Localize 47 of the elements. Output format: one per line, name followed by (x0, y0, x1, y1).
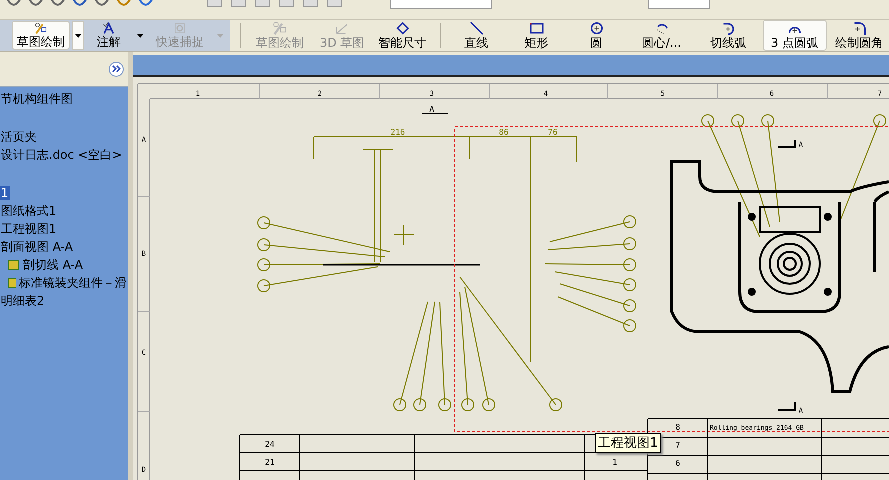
tooltip: 工程视图1 (595, 433, 662, 453)
toolbar-button[interactable]: 切线弧 (698, 20, 759, 51)
tree-item[interactable]: 1 (0, 186, 10, 200)
document-icon[interactable] (302, 0, 320, 8)
caret-icon (136, 34, 144, 38)
toolbar-button[interactable]: 注解 (86, 21, 132, 50)
toolbar-button[interactable]: 智能尺寸 (374, 20, 432, 51)
tree-item[interactable]: 工程视图1 (0, 220, 58, 238)
toolbar-button[interactable]: 圆 (568, 20, 625, 51)
table-cell: 21 (265, 458, 275, 467)
dimension-text: 216 (390, 128, 406, 137)
toolbar-button[interactable]: 绘制圆角 (830, 20, 889, 51)
tree-item[interactable]: 标准镜装夹组件－滑 (18, 274, 128, 292)
toolbar-button[interactable]: 矩形 (508, 20, 565, 51)
tree-item[interactable]: 设计日志.doc <空白> (0, 146, 124, 164)
expand-button[interactable] (109, 62, 124, 76)
document-icon[interactable] (230, 0, 248, 8)
toolbar-button[interactable]: 草图绘制 (12, 21, 70, 50)
table-cell: 24 (265, 440, 275, 449)
table-cell: 8 (676, 423, 680, 432)
caret-icon (216, 34, 224, 38)
table-cell: 1 (612, 458, 618, 467)
table-cell: 7 (676, 441, 680, 450)
tree-item[interactable]: 明细表2 (0, 292, 46, 310)
dimension-text: 86 (499, 128, 509, 137)
double-chevron-icon (112, 65, 121, 73)
document-icon[interactable] (206, 0, 224, 8)
toolbar-button[interactable]: 直线 (448, 20, 505, 51)
dropdown-button[interactable] (72, 21, 84, 50)
tree-item[interactable]: 节机构组件图 (0, 90, 74, 108)
tree-item[interactable]: 活页夹 (0, 128, 38, 146)
toolbar-button[interactable]: 3 点圆弧 (762, 20, 827, 51)
tree-item[interactable]: 剖切线 A-A (22, 256, 84, 274)
tree-node-icon (8, 259, 20, 271)
tree-item[interactable]: 剖面视图 A-A (0, 238, 74, 256)
table-cell: 6 (676, 459, 680, 468)
document-icon[interactable] (326, 0, 344, 8)
document-icon[interactable] (254, 0, 272, 8)
input-field[interactable] (648, 0, 710, 9)
input-field[interactable] (390, 0, 492, 9)
toolbar-button[interactable]: 圆心/... (628, 20, 695, 51)
tree-item[interactable]: 图纸格式1 (0, 202, 58, 220)
caret-icon (74, 34, 82, 38)
tree-node-icon (8, 277, 16, 289)
document-icon[interactable] (278, 0, 296, 8)
section-label: A (430, 105, 434, 114)
dimension-text: 76 (548, 128, 558, 137)
